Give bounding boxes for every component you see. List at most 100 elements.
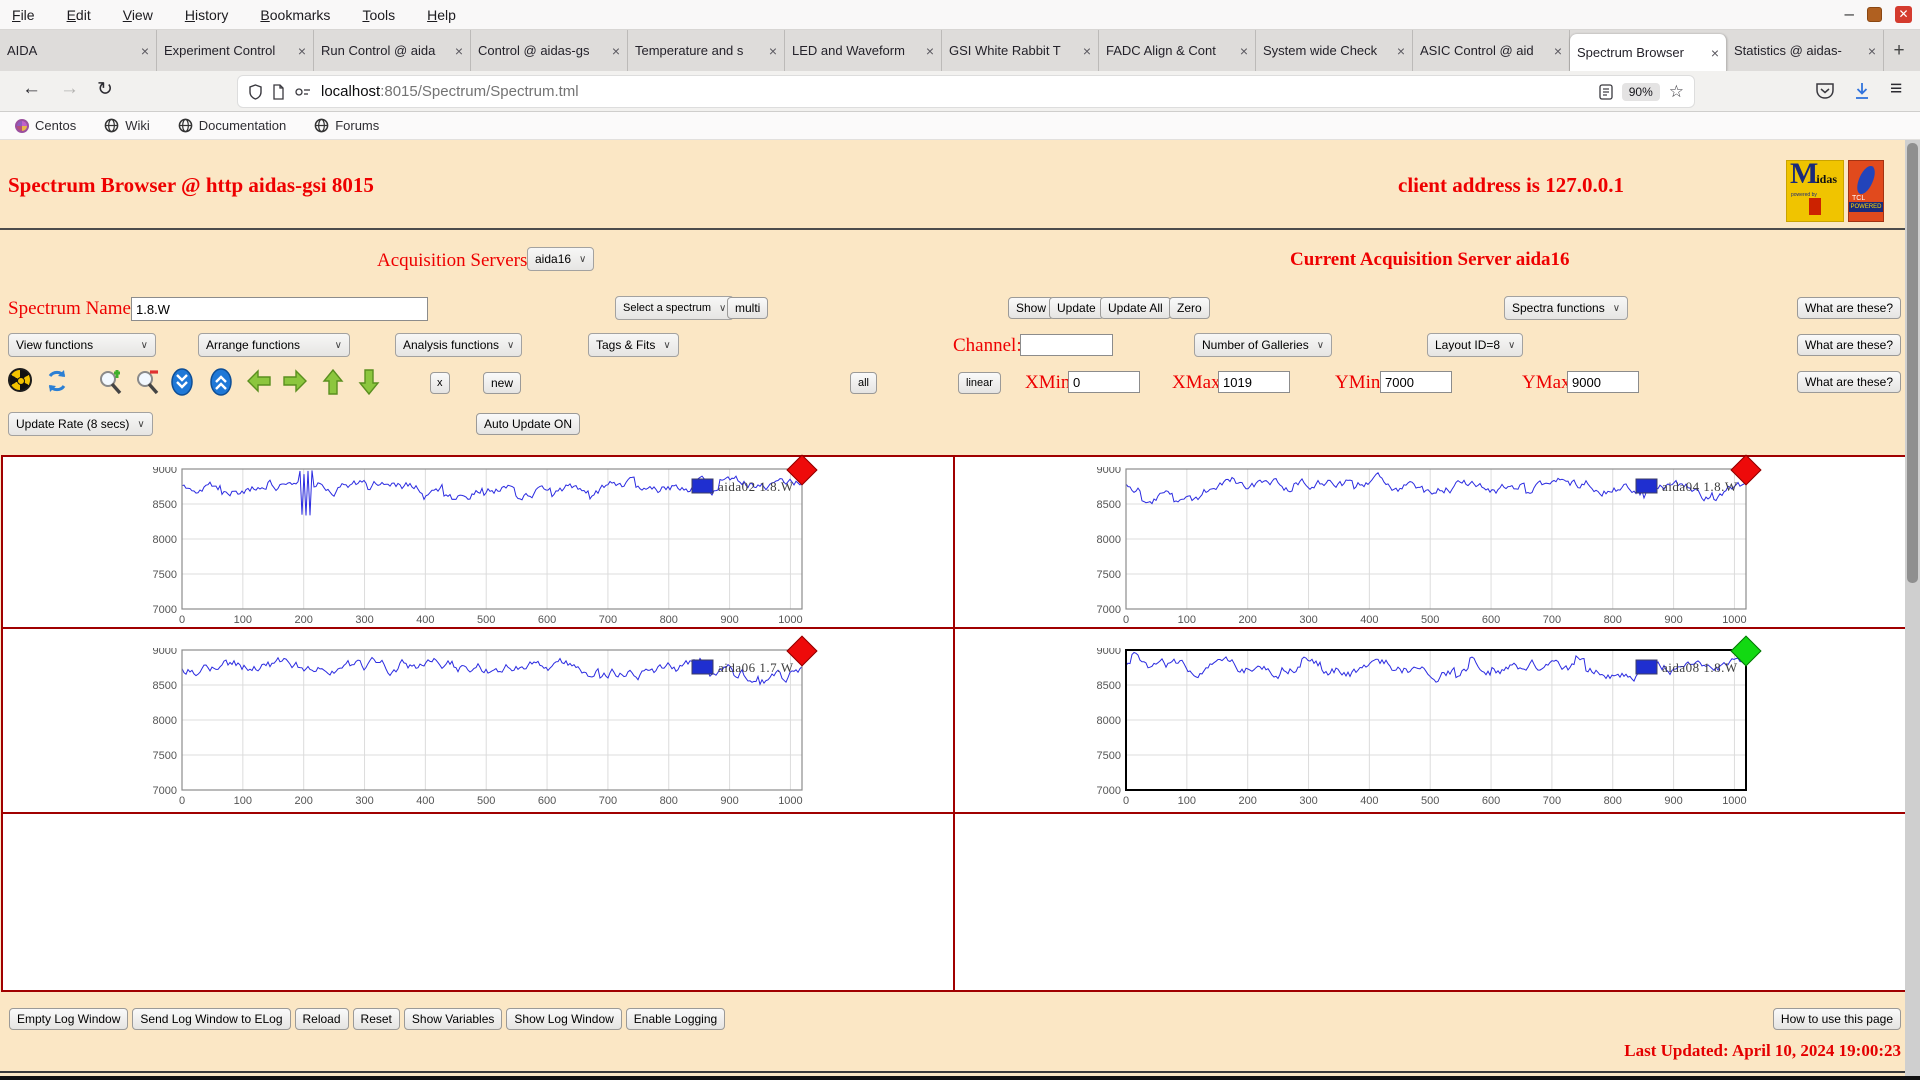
url-text[interactable]: localhost:8015/Spectrum/Spectrum.tml — [321, 83, 1590, 100]
tab-temperature-and-s[interactable]: Temperature and s × — [628, 30, 785, 71]
back-icon[interactable]: ← — [22, 78, 41, 100]
tab-statistics-aidas-[interactable]: Statistics @ aidas- × — [1727, 30, 1884, 71]
tab-close-icon[interactable]: × — [769, 43, 777, 59]
minimize-button[interactable]: – — [1845, 4, 1854, 24]
show-button[interactable]: Show — [1008, 297, 1055, 319]
menu-bookmarks[interactable]: Bookmarks — [260, 7, 330, 23]
auto-update-button[interactable]: Auto Update ON — [476, 413, 581, 435]
tab-run-control-aida[interactable]: Run Control @ aida × — [314, 30, 471, 71]
tab-close-icon[interactable]: × — [1711, 45, 1719, 61]
select-spectrum-dropdown[interactable]: Select a spectrum ∨ — [615, 296, 735, 320]
tab-system-wide-check[interactable]: System wide Check × — [1256, 30, 1413, 71]
plot-cell-2[interactable]: 9000 8500 8000 7500 7000 0 100 200 300 400 500 600 7… — [955, 454, 1917, 629]
zoom-in-icon[interactable] — [96, 368, 124, 396]
tab-gsi-white-rabbit-t[interactable]: GSI White Rabbit T × — [942, 30, 1099, 71]
show-log-window-button[interactable]: Show Log Window — [506, 1008, 622, 1030]
tab-close-icon[interactable]: × — [298, 43, 306, 59]
menu-file[interactable]: File — [12, 7, 35, 23]
spectrum-plot-aida06-1-7-W[interactable]: 9000 8500 8000 7500 70000 100 200 300 400 500 600 7… — [142, 645, 822, 808]
menu-edit[interactable]: Edit — [67, 7, 91, 23]
xmax-input[interactable] — [1218, 371, 1290, 393]
scrollbar[interactable] — [1905, 140, 1920, 1076]
zoom-level-badge[interactable]: 90% — [1621, 82, 1660, 101]
tab-close-icon[interactable]: × — [926, 43, 934, 59]
update-all-button[interactable]: Update All — [1100, 297, 1171, 319]
menu-view[interactable]: View — [123, 7, 153, 23]
expand-vertical-icon[interactable] — [209, 368, 233, 396]
tab-led-and-waveform[interactable]: LED and Waveform × — [785, 30, 942, 71]
tcl-powered-logo[interactable]: TCL POWERED — [1848, 160, 1884, 222]
spectra-functions-dropdown[interactable]: Spectra functions ∨ — [1504, 296, 1629, 320]
midas-logo[interactable]: Midas powered by — [1786, 160, 1844, 222]
bookmark-forums[interactable]: Forums — [314, 118, 379, 133]
tab-close-icon[interactable]: × — [612, 43, 620, 59]
tab-spectrum-browser[interactable]: Spectrum Browser × — [1570, 34, 1727, 71]
tab-close-icon[interactable]: × — [1240, 43, 1248, 59]
xmin-input[interactable] — [1068, 371, 1140, 393]
what-are-these-button-1[interactable]: What are these? — [1796, 297, 1901, 319]
refresh-icon[interactable] — [44, 368, 70, 394]
scrollbar-thumb[interactable] — [1907, 143, 1918, 583]
view-functions-dropdown[interactable]: View functions ∨ — [8, 333, 156, 357]
reader-mode-icon[interactable] — [1599, 83, 1613, 100]
arrow-down-icon[interactable] — [358, 368, 380, 396]
download-icon[interactable] — [1853, 81, 1871, 101]
plot-cell-4[interactable]: 9000 8500 8000 7500 7000 0 100 200 300 400 500 600 7… — [955, 629, 1917, 814]
arrange-functions-dropdown[interactable]: Arrange functions ∨ — [198, 333, 350, 357]
tab-experiment-control[interactable]: Experiment Control × — [157, 30, 314, 71]
tab-control-aidas-gs[interactable]: Control @ aidas-gs × — [471, 30, 628, 71]
permissions-icon[interactable] — [294, 85, 312, 99]
menu-history[interactable]: History — [185, 7, 229, 23]
all-button[interactable]: all — [850, 372, 878, 394]
radioactive-icon[interactable] — [8, 368, 32, 392]
tab-close-icon[interactable]: × — [1868, 43, 1876, 59]
spectrum-name-input[interactable] — [131, 297, 428, 321]
x-axis-button[interactable]: x — [430, 372, 450, 394]
zoom-out-icon[interactable] — [133, 368, 161, 396]
bookmark-wiki[interactable]: Wiki — [104, 118, 150, 133]
tab-close-icon[interactable]: × — [1554, 43, 1562, 59]
menu-tools[interactable]: Tools — [362, 7, 395, 23]
arrow-left-icon[interactable] — [246, 368, 272, 394]
ymin-input[interactable] — [1380, 371, 1452, 393]
update-button[interactable]: Update — [1049, 297, 1104, 319]
close-button[interactable]: ✕ — [1895, 5, 1912, 23]
spectrum-plot-aida02-1-8-W[interactable]: 9000 8500 8000 7500 70000 100 200 300 400 500 600 7… — [142, 464, 822, 627]
how-to-use-button[interactable]: How to use this page — [1772, 1008, 1901, 1030]
zero-button[interactable]: Zero — [1169, 297, 1210, 319]
maximize-button[interactable] — [1867, 6, 1882, 22]
arrow-up-icon[interactable] — [322, 368, 344, 396]
tab-close-icon[interactable]: × — [1397, 43, 1405, 59]
tab-close-icon[interactable]: × — [455, 43, 463, 59]
acquisition-server-select[interactable]: aida16 ∨ — [527, 247, 595, 271]
reset-button[interactable]: Reset — [352, 1008, 400, 1030]
what-are-these-button-2[interactable]: What are these? — [1796, 334, 1901, 356]
tab-close-icon[interactable]: × — [1083, 43, 1091, 59]
update-rate-dropdown[interactable]: Update Rate (8 secs) ∨ — [8, 412, 153, 436]
new-button[interactable]: new — [483, 372, 522, 394]
empty-log-window-button[interactable]: Empty Log Window — [9, 1008, 129, 1030]
page-icon[interactable] — [272, 83, 285, 100]
hamburger-menu-icon[interactable]: ≡ — [1890, 77, 1902, 101]
bookmark-centos[interactable]: Centos — [15, 118, 76, 133]
multi-button[interactable]: multi — [727, 297, 769, 319]
tab-asic-control-aid[interactable]: ASIC Control @ aid × — [1413, 30, 1570, 71]
url-bar[interactable]: localhost:8015/Spectrum/Spectrum.tml 90%… — [237, 75, 1695, 108]
shield-icon[interactable] — [248, 83, 263, 100]
what-are-these-button-3[interactable]: What are these? — [1796, 371, 1901, 393]
tab-fadc-align-cont[interactable]: FADC Align & Cont × — [1099, 30, 1256, 71]
reload-icon[interactable]: ↻ — [97, 78, 113, 101]
menu-help[interactable]: Help — [427, 7, 456, 23]
plot-cell-1[interactable]: 9000 8500 8000 7500 7000 0 100 200 300 400 500 600 7… — [3, 454, 955, 629]
spectrum-plot-aida08-1-8-W[interactable]: 9000 8500 8000 7500 70000 100 200 300 400 500 600 7… — [1086, 645, 1766, 808]
tab-close-icon[interactable]: × — [141, 43, 149, 59]
layout-id-dropdown[interactable]: Layout ID=8 ∨ — [1427, 333, 1524, 357]
spectrum-plot-aida04-1-8-W[interactable]: 9000 8500 8000 7500 70000 100 200 300 400 500 600 7… — [1086, 464, 1766, 627]
tags-fits-dropdown[interactable]: Tags & Fits ∨ — [588, 333, 679, 357]
new-tab-button[interactable]: + — [1884, 30, 1914, 71]
plot-cell-3[interactable]: 9000 8500 8000 7500 7000 0 100 200 300 400 500 600 7… — [3, 629, 955, 814]
arrow-right-icon[interactable] — [282, 368, 308, 394]
send-log-window-to-elog-button[interactable]: Send Log Window to ELog — [132, 1008, 291, 1030]
analysis-functions-dropdown[interactable]: Analysis functions ∨ — [395, 333, 523, 357]
empty-gallery-cell[interactable] — [955, 814, 1917, 990]
